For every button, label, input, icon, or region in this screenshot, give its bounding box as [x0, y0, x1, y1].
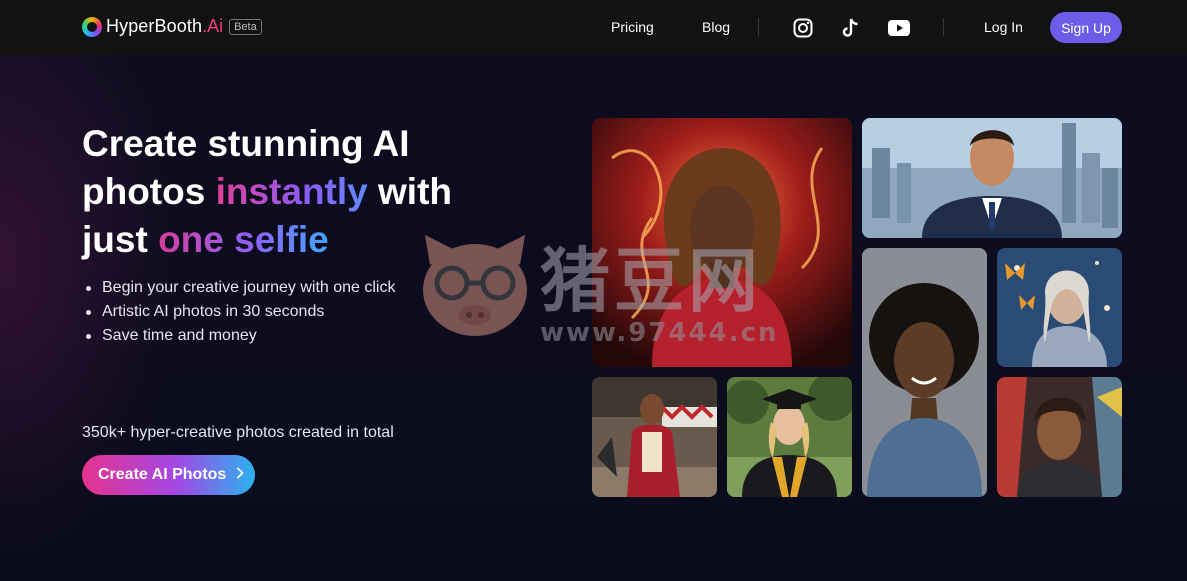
- chevron-right-icon: [236, 466, 245, 484]
- gallery-image-butterfly-woman: [997, 248, 1122, 367]
- feature-item: Save time and money: [86, 324, 395, 348]
- beta-badge: Beta: [229, 18, 262, 35]
- feature-item: Begin your creative journey with one cli…: [86, 276, 395, 300]
- watermark-text: 猪豆网: [540, 240, 762, 322]
- headline-line-2-c: with: [367, 171, 452, 212]
- gallery-image-graduate: [727, 377, 852, 497]
- headline-line-3-a: just: [82, 219, 159, 260]
- logo[interactable]: HyperBooth .Ai Beta: [82, 16, 262, 37]
- headline-highlight-selfie: one selfie: [158, 219, 329, 260]
- tiktok-icon[interactable]: [840, 17, 862, 39]
- gallery-image-suit-man: [862, 118, 1122, 238]
- nav-pricing-link[interactable]: Pricing: [611, 19, 654, 35]
- watermark-url: www.97444.cn: [540, 318, 779, 348]
- youtube-icon[interactable]: [888, 17, 910, 39]
- gallery-image-ringmaster: [592, 377, 717, 497]
- create-ai-photos-button[interactable]: Create AI Photos: [82, 455, 255, 495]
- pig-mascot-watermark: [420, 235, 530, 345]
- cta-label: Create AI Photos: [98, 466, 227, 483]
- instagram-icon[interactable]: [792, 17, 814, 39]
- headline-highlight-instantly: instantly: [215, 171, 368, 212]
- login-link[interactable]: Log In: [984, 19, 1023, 35]
- nav-divider: [758, 18, 759, 36]
- headline-line-2-a: photos: [82, 171, 216, 212]
- nav-divider: [943, 18, 944, 36]
- brand-name: HyperBooth: [106, 16, 203, 36]
- signup-button[interactable]: Sign Up: [1050, 12, 1122, 43]
- top-nav: HyperBooth .Ai Beta Pricing Blog Log In S…: [0, 0, 1187, 55]
- nav-blog-link[interactable]: Blog: [702, 19, 730, 35]
- headline-line-1: Create stunning AI: [82, 123, 410, 164]
- feature-list: Begin your creative journey with one cli…: [86, 276, 395, 348]
- feature-item: Artistic AI photos in 30 seconds: [86, 300, 395, 324]
- gallery-image-artistic-man: [997, 377, 1122, 497]
- brand-suffix: .Ai: [202, 16, 224, 36]
- photos-created-stat: 350k+ hyper-creative photos created in t…: [82, 424, 394, 441]
- logo-icon: [82, 16, 102, 37]
- gallery-image-afro-woman: [862, 248, 987, 497]
